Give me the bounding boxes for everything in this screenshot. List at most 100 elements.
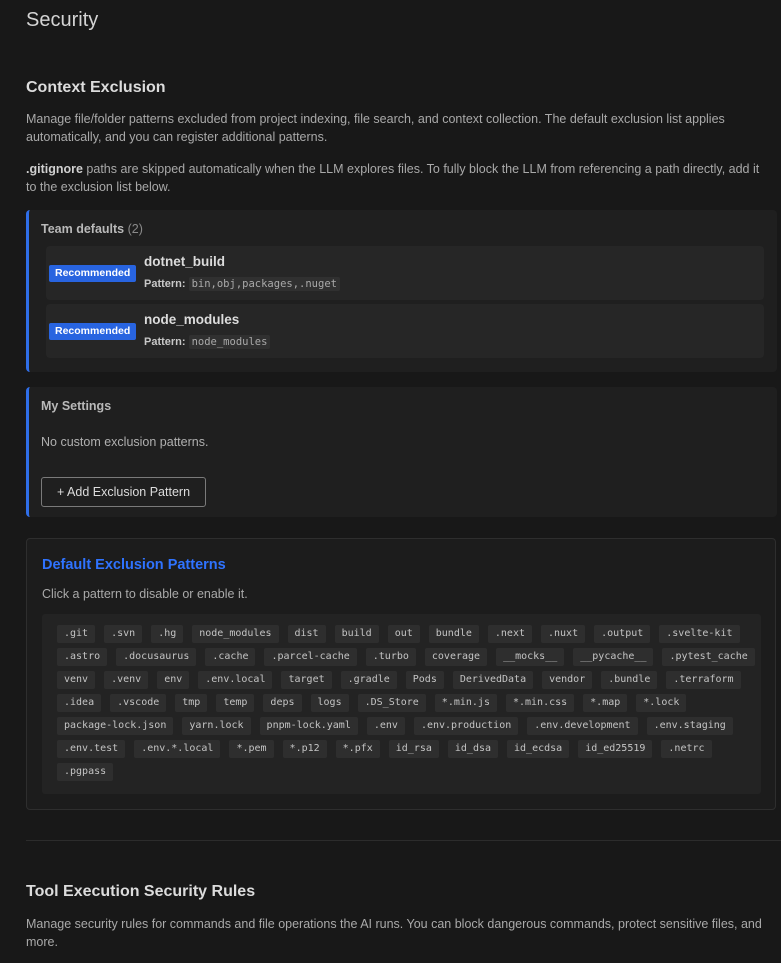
pattern-value: node_modules <box>188 335 271 349</box>
pattern-chip[interactable]: .env.production <box>413 717 519 735</box>
pattern-chip[interactable]: out <box>387 625 420 643</box>
pattern-chip[interactable]: .venv <box>104 671 149 689</box>
pattern-chip[interactable]: vendor <box>542 671 593 689</box>
pattern-chip[interactable]: .cache <box>205 648 256 666</box>
pattern-chip[interactable]: .hg <box>151 625 184 643</box>
pattern-chip[interactable]: coverage <box>424 648 488 666</box>
pattern-chip[interactable]: temp <box>216 694 255 712</box>
team-default-item: Recommended node_modules Pattern: node_mo… <box>46 304 764 358</box>
pattern-chip[interactable]: target <box>281 671 332 689</box>
pattern-chip[interactable]: .pgpass <box>57 763 114 781</box>
default-exclusion-patterns-card: Default Exclusion Patterns Click a patte… <box>26 538 776 810</box>
pattern-chip[interactable]: build <box>334 625 379 643</box>
pattern-chip[interactable]: venv <box>57 671 96 689</box>
pattern-chip[interactable]: tmp <box>175 694 208 712</box>
pattern-chip-row: .idea .vscode tmp temp deps logs .DS_Store *.mi… <box>57 694 695 712</box>
recommended-badge: Recommended <box>49 323 137 340</box>
gitignore-keyword: .gitignore <box>26 162 83 176</box>
pattern-chip[interactable]: .idea <box>57 694 102 712</box>
team-default-item: Recommended dotnet_build Pattern: bin,obj… <box>46 246 764 300</box>
team-defaults-header: Team defaults (2) <box>41 222 143 236</box>
pattern-chip[interactable]: deps <box>263 694 302 712</box>
pattern-chip[interactable]: .svn <box>104 625 143 643</box>
team-defaults-label: Team defaults <box>41 222 125 236</box>
exclusion-pattern: Pattern: node_modules <box>144 335 271 349</box>
context-exclusion-title: Context Exclusion <box>26 79 166 96</box>
pattern-chip[interactable]: DerivedData <box>452 671 534 689</box>
pattern-label: Pattern: <box>144 278 186 290</box>
pattern-chip[interactable]: *.min.css <box>505 694 575 712</box>
exclusion-pattern: Pattern: bin,obj,packages,.nuget <box>144 277 340 291</box>
pattern-chip[interactable]: .DS_Store <box>357 694 426 712</box>
pattern-chip[interactable]: .terraform <box>666 671 741 689</box>
team-defaults-count: (2) <box>127 222 143 236</box>
page-title: Security <box>26 9 99 31</box>
pattern-chip[interactable]: id_dsa <box>447 740 499 758</box>
pattern-chip[interactable]: *.p12 <box>282 740 327 758</box>
gitignore-note-text: paths are skipped automatically when the… <box>26 162 760 194</box>
pattern-chip[interactable]: .svelte-kit <box>659 625 740 643</box>
pattern-chip[interactable]: package-lock.json <box>57 717 174 735</box>
pattern-chip-panel: .git .svn .hg node_modules dist build out bundl… <box>42 614 761 794</box>
section-divider <box>26 840 781 841</box>
exclusion-name: node_modules <box>144 312 240 327</box>
pattern-chip[interactable]: *.map <box>583 694 628 712</box>
pattern-chip[interactable]: .netrc <box>661 740 712 758</box>
default-patterns-title: Default Exclusion Patterns <box>42 557 226 573</box>
pattern-chip[interactable]: pnpm-lock.yaml <box>259 717 358 735</box>
tool-rules-description: Manage security rules for commands and f… <box>26 917 762 949</box>
pattern-chip[interactable]: Pods <box>405 671 444 689</box>
pattern-chip[interactable]: .next <box>487 625 532 643</box>
pattern-chip[interactable]: .env.test <box>57 740 126 758</box>
security-settings-page: Security Context Exclusion Manage file/f… <box>0 0 781 963</box>
pattern-chip[interactable]: id_ed25519 <box>578 740 653 758</box>
pattern-chip[interactable]: .env.staging <box>646 717 733 735</box>
pattern-chip[interactable]: .parcel-cache <box>264 648 357 666</box>
pattern-chip-row: .astro .docusaurus .cache .parcel-cache .tur… <box>57 648 764 666</box>
pattern-chip-row: .env.test .env.*.local *.pem *.p12 *.pfx id_r… <box>57 740 721 758</box>
tool-rules-title: Tool Execution Security Rules <box>26 883 256 900</box>
pattern-chip[interactable]: logs <box>310 694 349 712</box>
pattern-chip[interactable]: .docusaurus <box>116 648 197 666</box>
pattern-chip[interactable]: .git <box>57 625 96 643</box>
empty-state-text: No custom exclusion patterns. <box>41 435 209 449</box>
recommended-badge: Recommended <box>49 265 137 282</box>
pattern-chip[interactable]: .pytest_cache <box>662 648 755 666</box>
pattern-chip[interactable]: .env.local <box>198 671 273 689</box>
pattern-chip[interactable]: bundle <box>428 625 479 643</box>
pattern-chip[interactable]: .nuxt <box>541 625 586 643</box>
pattern-chip-row: venv .venv env .env.local target .gradle Pods D… <box>57 671 750 689</box>
pattern-chip[interactable]: id_rsa <box>388 740 439 758</box>
pattern-chip-row: .git .svn .hg node_modules dist build out bundl… <box>57 625 749 643</box>
pattern-chip[interactable]: .vscode <box>110 694 167 712</box>
pattern-chip[interactable]: .env <box>366 717 405 735</box>
pattern-chip[interactable]: .astro <box>57 648 108 666</box>
pattern-chip[interactable]: *.pem <box>229 740 274 758</box>
pattern-chip[interactable]: __pycache__ <box>573 648 654 666</box>
pattern-chip-row: .pgpass <box>57 763 122 781</box>
exclusion-name: dotnet_build <box>144 254 225 269</box>
pattern-chip[interactable]: *.min.js <box>434 694 497 712</box>
pattern-chip[interactable]: id_ecdsa <box>507 740 570 758</box>
pattern-chip[interactable]: __mocks__ <box>496 648 565 666</box>
pattern-chip[interactable]: .env.development <box>527 717 638 735</box>
pattern-chip-row: package-lock.json yarn.lock pnpm-lock.yaml… <box>57 717 742 735</box>
my-settings-header: My Settings <box>41 399 112 413</box>
pattern-label: Pattern: <box>144 336 186 348</box>
pattern-chip[interactable]: yarn.lock <box>182 717 251 735</box>
pattern-chip[interactable]: *.pfx <box>335 740 380 758</box>
pattern-chip[interactable]: .output <box>594 625 651 643</box>
team-defaults-card: Team defaults (2) Recommended dotnet_bui… <box>26 210 777 372</box>
pattern-chip[interactable]: node_modules <box>192 625 279 643</box>
pattern-chip[interactable]: .turbo <box>365 648 416 666</box>
add-exclusion-pattern-button[interactable]: + Add Exclusion Pattern <box>41 477 206 507</box>
pattern-value: bin,obj,packages,.nuget <box>188 277 340 291</box>
pattern-chip[interactable]: .gradle <box>340 671 397 689</box>
pattern-chip[interactable]: env <box>157 671 190 689</box>
pattern-chip[interactable]: .bundle <box>601 671 658 689</box>
context-exclusion-description: Manage file/folder patterns excluded fro… <box>26 112 725 144</box>
pattern-chip[interactable]: .env.*.local <box>134 740 221 758</box>
pattern-chip[interactable]: dist <box>287 625 326 643</box>
my-settings-card: My Settings No custom exclusion patterns… <box>26 387 777 517</box>
pattern-chip[interactable]: *.lock <box>636 694 687 712</box>
